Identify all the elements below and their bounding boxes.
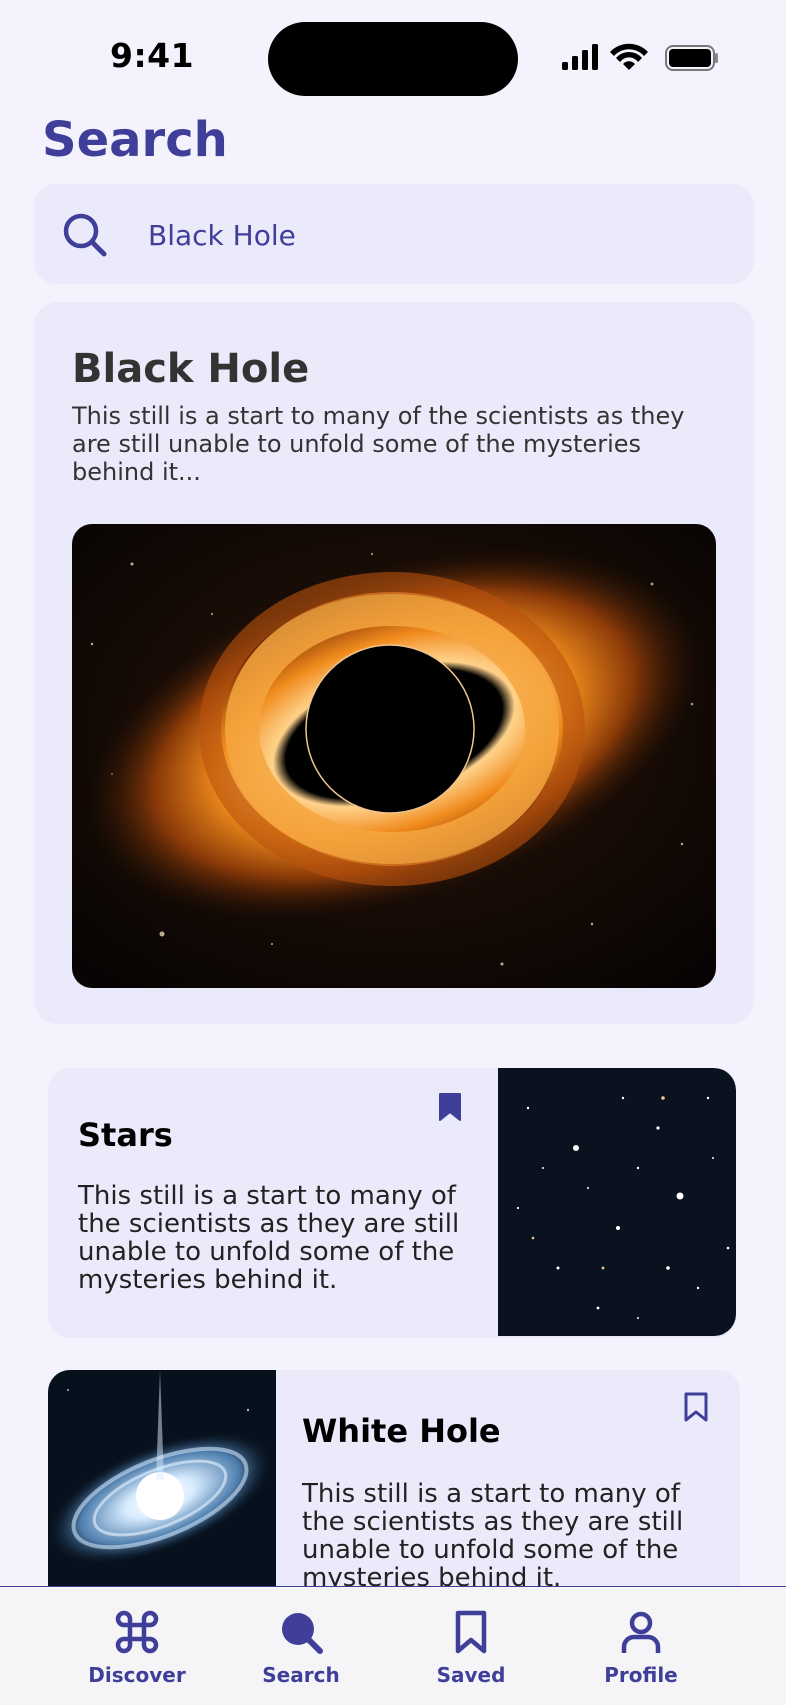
featured-title: Black Hole [72, 346, 310, 392]
nav-label: Discover [88, 1663, 186, 1687]
bookmark-icon[interactable] [684, 1392, 708, 1422]
black-hole-image [72, 524, 716, 988]
person-icon [621, 1611, 661, 1653]
result-card-stars[interactable]: Stars This still is a start to many of t… [48, 1068, 736, 1338]
bookmark-icon [455, 1610, 487, 1654]
card-description: This still is a start to many of the sci… [78, 1181, 460, 1295]
card-description: This still is a start to many of the sci… [302, 1479, 684, 1593]
wifi-icon [610, 43, 648, 70]
nav-label: Search [262, 1663, 340, 1687]
nav-item-discover[interactable]: Discover [72, 1609, 202, 1687]
search-bar[interactable] [34, 184, 754, 284]
cellular-signal-icon [562, 44, 598, 70]
command-icon [115, 1610, 159, 1654]
status-bar: 9:41 [0, 0, 786, 100]
search-icon [282, 1613, 323, 1654]
card-title: White Hole [302, 1412, 501, 1450]
featured-description: This still is a start to many of the sci… [72, 402, 685, 486]
bottom-navigation: Discover Search Saved Profile [0, 1586, 786, 1705]
bookmark-filled-icon[interactable] [438, 1092, 462, 1122]
nav-item-search[interactable]: Search [236, 1609, 366, 1687]
nav-label: Profile [604, 1663, 678, 1687]
nav-label: Saved [436, 1663, 506, 1687]
dynamic-island [268, 22, 518, 96]
featured-result-card[interactable]: Black Hole This still is a start to many… [34, 302, 754, 1024]
nav-item-saved[interactable]: Saved [406, 1609, 536, 1687]
nav-item-profile[interactable]: Profile [576, 1609, 706, 1687]
search-input[interactable] [146, 214, 710, 256]
stars-image [498, 1068, 736, 1336]
card-title: Stars [78, 1116, 173, 1154]
status-time: 9:41 [110, 36, 195, 75]
search-icon[interactable] [62, 212, 108, 258]
status-icons [562, 43, 718, 71]
battery-icon [665, 45, 718, 71]
page-title: Search [42, 112, 228, 168]
